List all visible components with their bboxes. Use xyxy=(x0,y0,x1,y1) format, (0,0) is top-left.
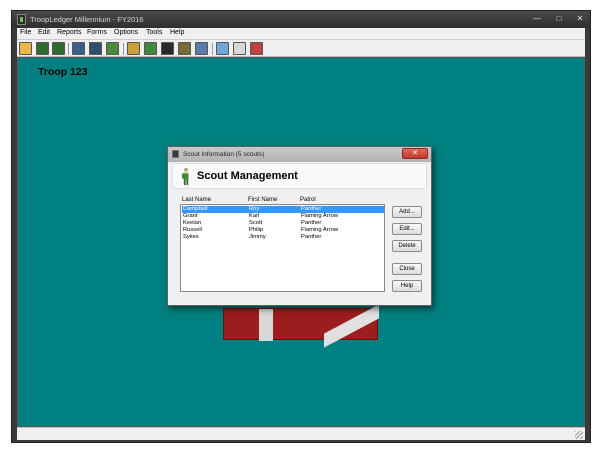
scout-figure-icon xyxy=(182,168,189,185)
menu-tools[interactable]: Tools xyxy=(146,29,162,36)
save-icon[interactable] xyxy=(36,42,49,55)
handshake-icon[interactable] xyxy=(195,42,208,55)
cell-patrol: Panther xyxy=(301,206,322,212)
roster-icon[interactable] xyxy=(72,42,85,55)
list-item[interactable]: Russell Philip Flaming Arrow xyxy=(182,227,384,234)
close-button[interactable]: Close xyxy=(392,263,422,275)
menu-forms[interactable]: Forms xyxy=(87,29,107,36)
cell-first-name: Scott xyxy=(249,220,263,226)
toolbar xyxy=(17,39,585,57)
minimize-button[interactable]: — xyxy=(526,12,548,25)
menu-edit[interactable]: Edit xyxy=(38,29,50,36)
column-header-patrol[interactable]: Patrol xyxy=(300,197,316,203)
leader-icon[interactable] xyxy=(161,42,174,55)
troop-label: Troop 123 xyxy=(38,66,88,78)
list-item[interactable]: Sykes Jimmy Panther xyxy=(182,234,384,241)
calendar-icon[interactable] xyxy=(89,42,102,55)
scout-information-dialog: Scout Information (5 scouts) ✕ Scout Man… xyxy=(167,146,432,306)
menu-file[interactable]: File xyxy=(20,29,31,36)
dialog-header: Scout Management xyxy=(172,163,427,189)
cell-last-name: Keelan xyxy=(183,220,202,226)
edit-button[interactable]: Edit... xyxy=(392,223,422,235)
logo-graphic xyxy=(223,304,379,348)
notes-icon[interactable] xyxy=(216,42,229,55)
toolbar-separator xyxy=(212,43,213,55)
dialog-close-button[interactable]: ✕ xyxy=(402,148,428,159)
cell-first-name: Roy xyxy=(249,206,260,212)
dialog-title: Scout Information (5 scouts) xyxy=(183,151,265,158)
money-icon[interactable] xyxy=(106,42,119,55)
merit-badge-icon[interactable] xyxy=(178,42,191,55)
dialog-app-icon xyxy=(172,150,179,158)
window-title: TroopLedger Millennium - FY2016 xyxy=(30,15,144,24)
advancement-icon[interactable] xyxy=(127,42,140,55)
resize-grip-icon[interactable] xyxy=(575,431,583,439)
dialog-heading: Scout Management xyxy=(197,170,298,182)
maximize-button[interactable]: □ xyxy=(548,12,570,25)
list-item[interactable]: Grant Karl Flaming Arrow xyxy=(182,213,384,220)
cell-patrol: Panther xyxy=(301,220,322,226)
scout-icon[interactable] xyxy=(144,42,157,55)
delete-button[interactable]: Delete xyxy=(392,240,422,252)
dialog-title-bar[interactable]: Scout Information (5 scouts) ✕ xyxy=(168,147,431,162)
grid-icon[interactable] xyxy=(233,42,246,55)
cell-last-name: Sykes xyxy=(183,234,199,240)
list-item[interactable]: Campbell Roy Panther xyxy=(182,206,384,213)
status-bar xyxy=(17,427,585,440)
column-header-first-name[interactable]: First Name xyxy=(248,197,277,203)
menu-options[interactable]: Options xyxy=(114,29,138,36)
add-button[interactable]: Add... xyxy=(392,206,422,218)
title-bar[interactable]: TroopLedger Millennium - FY2016 — □ ✕ xyxy=(12,11,590,28)
menu-bar: File Edit Reports Forms Options Tools He… xyxy=(17,28,585,39)
cell-patrol: Flaming Arrow xyxy=(301,213,339,219)
cell-last-name: Campbell xyxy=(183,206,208,212)
column-header-last-name[interactable]: Last Name xyxy=(182,197,211,203)
save-as-icon[interactable] xyxy=(52,42,65,55)
scout-list[interactable]: Campbell Roy Panther Grant Karl Flaming … xyxy=(180,204,385,292)
menu-help[interactable]: Help xyxy=(170,29,184,36)
toolbar-separator xyxy=(123,43,124,55)
cell-first-name: Philip xyxy=(249,227,264,233)
open-folder-icon[interactable] xyxy=(19,42,32,55)
cell-first-name: Karl xyxy=(249,213,260,219)
cell-last-name: Russell xyxy=(183,227,203,233)
menu-reports[interactable]: Reports xyxy=(57,29,82,36)
cell-patrol: Flaming Arrow xyxy=(301,227,339,233)
cell-patrol: Panther xyxy=(301,234,322,240)
cell-first-name: Jimmy xyxy=(249,234,266,240)
app-icon xyxy=(17,14,26,25)
list-item[interactable]: Keelan Scott Panther xyxy=(182,220,384,227)
close-window-button[interactable]: ✕ xyxy=(570,12,590,25)
help-button[interactable]: Help xyxy=(392,280,422,292)
report-icon[interactable] xyxy=(250,42,263,55)
toolbar-separator xyxy=(68,43,69,55)
cell-last-name: Grant xyxy=(183,213,198,219)
